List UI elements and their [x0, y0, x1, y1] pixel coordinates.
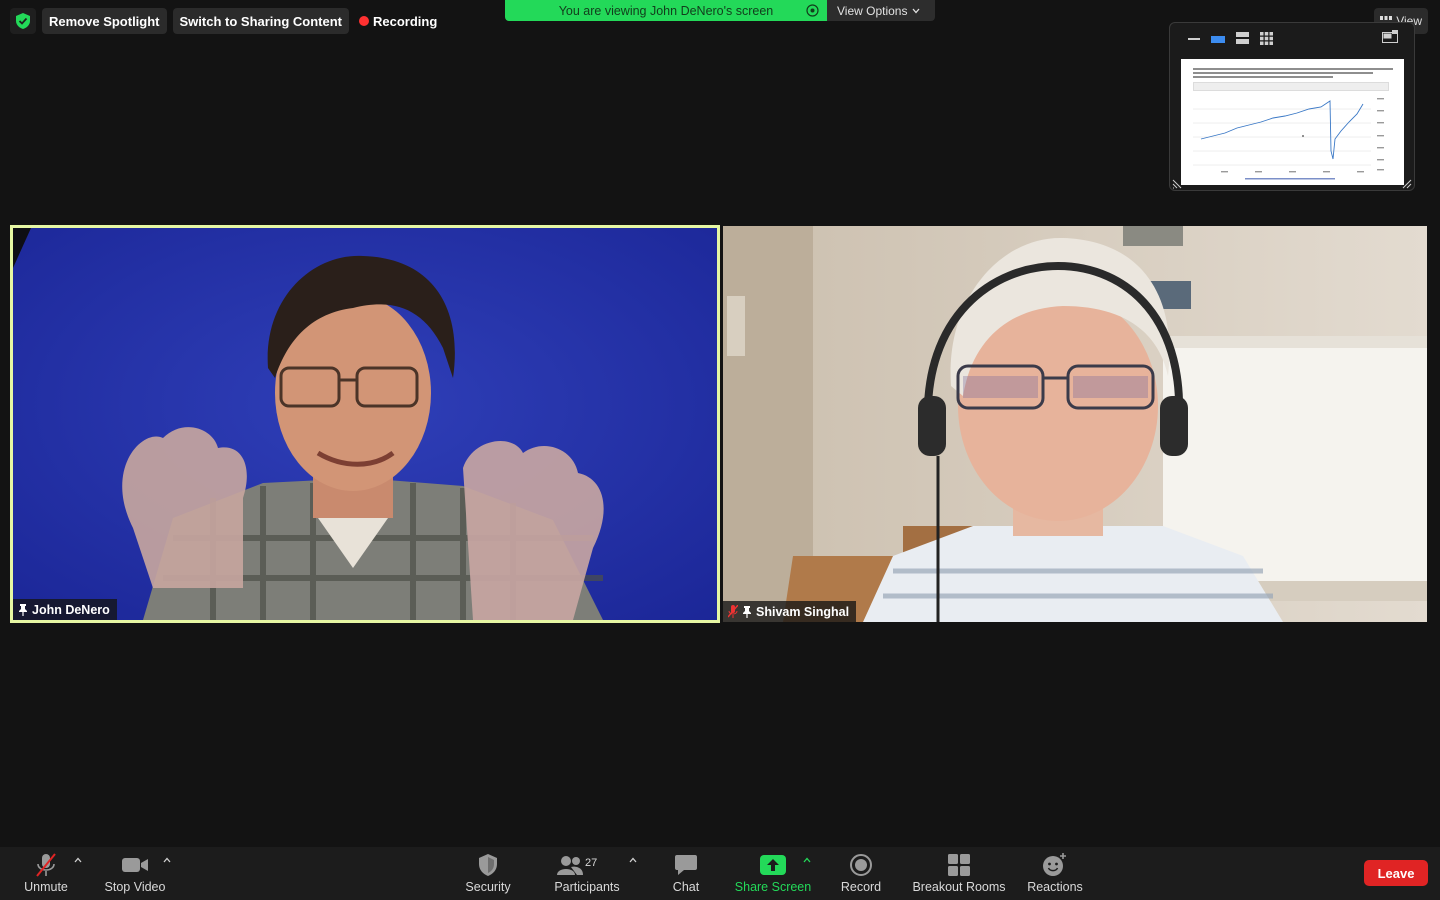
meeting-top-controls: Remove Spotlight Switch to Sharing Conte… [10, 8, 437, 34]
shared-screen-thumbnail-panel[interactable] [1169, 22, 1415, 191]
breakout-rooms-label: Breakout Rooms [912, 880, 1006, 894]
participant-video-feed [723, 226, 1427, 622]
participant-name-tag: John DeNero [13, 599, 117, 620]
stop-video-label: Stop Video [104, 880, 166, 894]
preview-text-line [1193, 72, 1373, 74]
thumbnail-small-view-icon[interactable] [1210, 31, 1226, 45]
share-up-arrow-icon [760, 851, 786, 879]
meeting-controls-toolbar: Unmute Stop Video Security 27 Participan… [0, 847, 1440, 900]
reactions-button[interactable]: Reactions [1024, 851, 1086, 897]
participants-label: Participants [554, 880, 620, 894]
mic-muted-icon [728, 605, 738, 618]
switch-to-sharing-content-button[interactable]: Switch to Sharing Content [172, 8, 350, 34]
participant-video-feed [13, 228, 717, 620]
preview-text-line [1193, 76, 1333, 78]
video-tile-john-denero[interactable]: John DeNero [10, 225, 720, 623]
pop-out-icon[interactable] [1382, 30, 1398, 43]
share-screen-label: Share Screen [734, 880, 812, 894]
pin-icon [19, 603, 27, 616]
participants-options-chevron-icon[interactable] [629, 857, 637, 863]
stop-video-button[interactable]: Stop Video [100, 851, 170, 897]
preview-line-chart [1193, 98, 1384, 180]
viewing-screen-text: You are viewing John DeNero's screen [558, 3, 774, 18]
leave-meeting-button[interactable]: Leave [1364, 860, 1428, 886]
video-camera-icon [121, 851, 149, 879]
record-dot-icon [359, 16, 370, 26]
thumbnail-size-controls [1186, 31, 1274, 45]
mic-muted-icon [33, 851, 59, 879]
preview-chart-toolbar [1193, 82, 1389, 91]
participants-icon: 27 [557, 851, 617, 879]
reactions-icon [1042, 851, 1068, 879]
security-label: Security [465, 880, 511, 894]
thumbnail-grid-view-icon[interactable] [1258, 31, 1274, 45]
unmute-button[interactable]: Unmute [16, 851, 76, 897]
video-tile-shivam-singhal[interactable]: Shivam Singhal [723, 226, 1427, 622]
viewing-screen-message: You are viewing John DeNero's screen [505, 0, 827, 21]
security-button[interactable]: Security [458, 851, 518, 897]
shared-screen-preview[interactable] [1181, 59, 1404, 185]
thumbnail-split-view-icon[interactable] [1234, 31, 1250, 45]
unmute-label: Unmute [24, 880, 68, 894]
view-options-label: View Options [837, 3, 908, 18]
chat-button[interactable]: Chat [664, 851, 708, 897]
view-options-dropdown[interactable]: View Options [827, 0, 935, 21]
breakout-rooms-icon [948, 851, 970, 879]
minimize-thumbnail-icon[interactable] [1186, 31, 1202, 45]
reactions-label: Reactions [1027, 880, 1083, 894]
participant-name-tag: Shivam Singhal [723, 601, 857, 622]
target-icon[interactable] [806, 4, 819, 17]
share-screen-button[interactable]: Share Screen [732, 851, 814, 897]
resize-handle-icon[interactable] [1402, 179, 1412, 189]
participant-name: Shivam Singhal [756, 604, 850, 619]
pin-icon [743, 605, 751, 618]
chat-label: Chat [672, 880, 700, 894]
record-button[interactable]: Record [834, 851, 888, 897]
remove-spotlight-button[interactable]: Remove Spotlight [42, 8, 167, 34]
breakout-rooms-button[interactable]: Breakout Rooms [910, 851, 1008, 897]
share-options-chevron-icon[interactable] [803, 857, 811, 863]
recording-indicator[interactable]: Recording [355, 14, 437, 29]
record-label: Record [840, 880, 882, 894]
chat-bubble-icon [674, 851, 698, 879]
participant-count: 27 [585, 857, 598, 869]
recording-label: Recording [373, 13, 438, 29]
security-shield-icon [478, 851, 498, 879]
chevron-down-icon [912, 8, 920, 13]
record-icon [849, 851, 873, 879]
encryption-shield-icon[interactable] [10, 8, 36, 34]
participants-button[interactable]: 27 Participants [548, 851, 626, 897]
preview-text-line [1193, 68, 1393, 70]
screen-share-banner: You are viewing John DeNero's screen Vie… [505, 0, 935, 21]
audio-options-chevron-icon[interactable] [74, 857, 82, 863]
video-options-chevron-icon[interactable] [163, 857, 171, 863]
resize-handle-icon[interactable] [1172, 179, 1182, 189]
participant-name: John DeNero [32, 602, 110, 617]
